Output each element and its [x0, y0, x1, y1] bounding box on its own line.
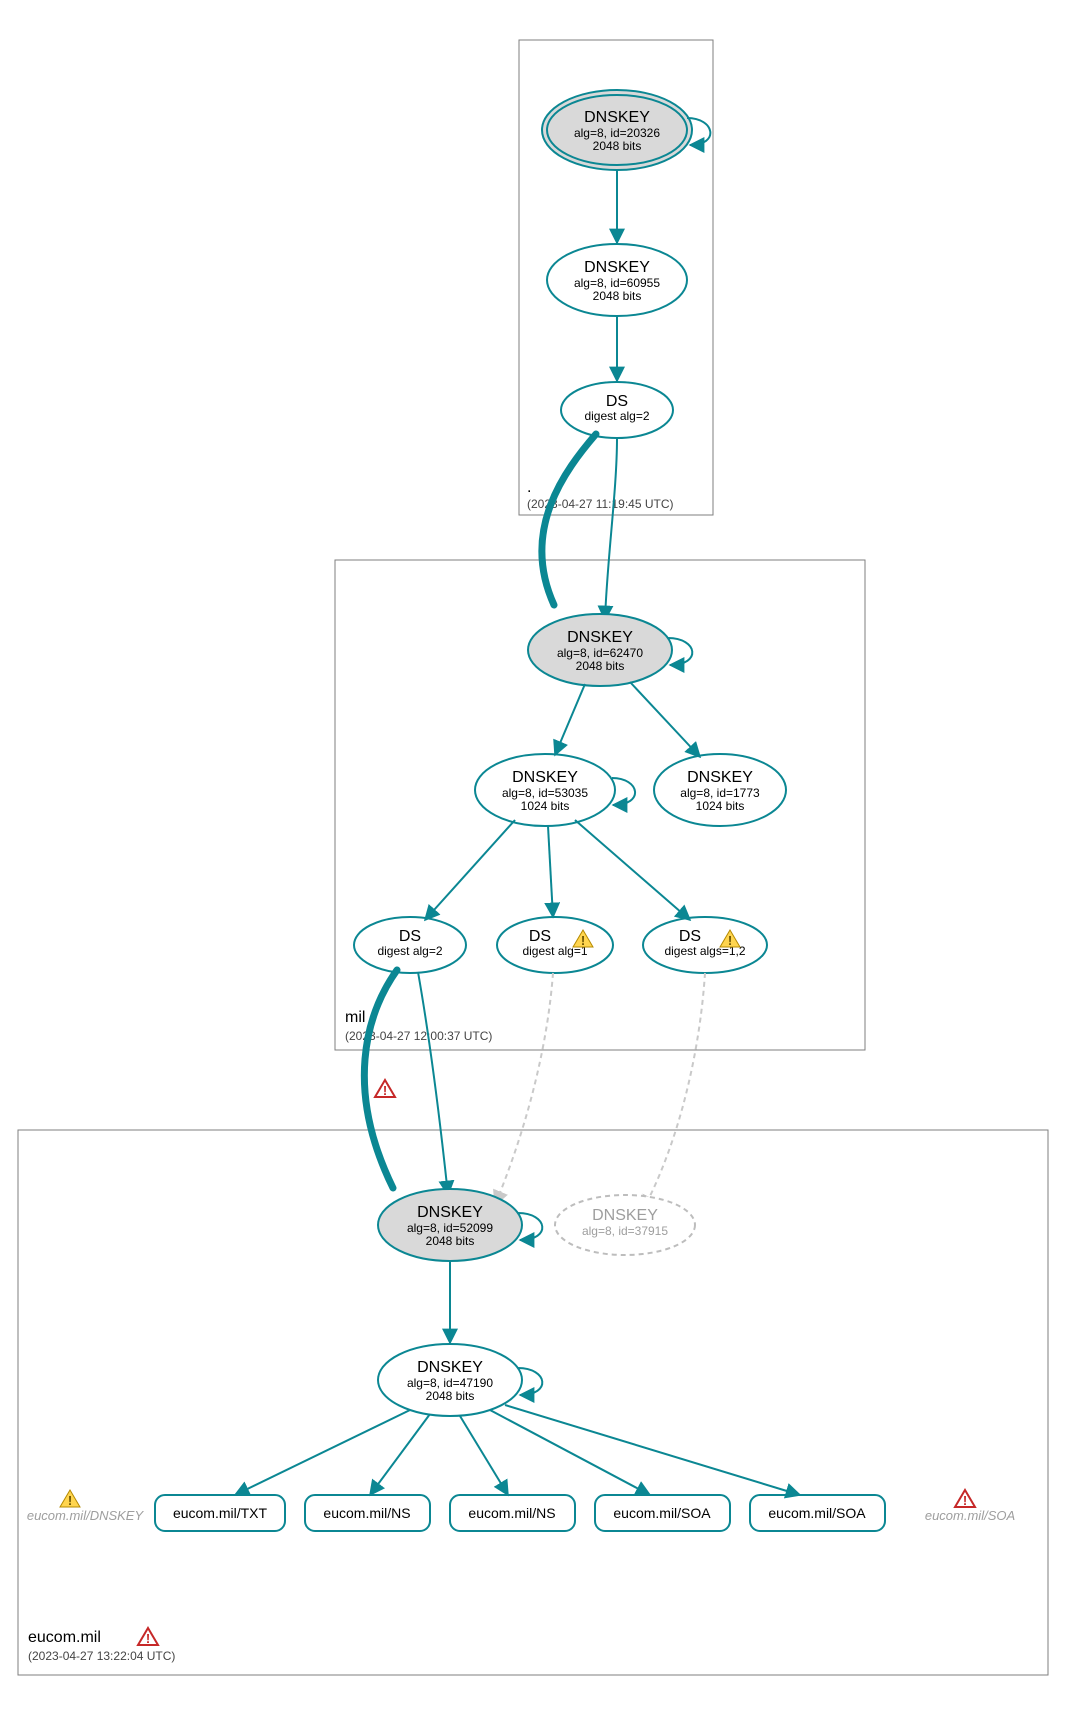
- svg-text:!: !: [383, 1083, 387, 1098]
- svg-text:eucom.mil/DNSKEY: eucom.mil/DNSKEY: [27, 1508, 145, 1523]
- svg-text:2048 bits: 2048 bits: [576, 659, 625, 673]
- svg-text:!: !: [146, 1631, 150, 1646]
- svg-text:2048 bits: 2048 bits: [593, 139, 642, 153]
- svg-text:eucom.mil/TXT: eucom.mil/TXT: [173, 1505, 268, 1521]
- edge-mil-zsk1-ds2: [548, 826, 553, 917]
- zone-mil-label: mil: [345, 1009, 365, 1026]
- svg-text:alg=8, id=20326: alg=8, id=20326: [574, 126, 660, 140]
- svg-text:DNSKEY: DNSKEY: [584, 259, 650, 276]
- svg-text:digest alg=2: digest alg=2: [377, 944, 442, 958]
- svg-text:1024 bits: 1024 bits: [696, 799, 745, 813]
- edge-mil-ds2-eu-ksk: [495, 973, 553, 1205]
- edge-mil-ds1-eu-ksk: [418, 972, 448, 1195]
- svg-text:DS: DS: [606, 393, 628, 410]
- warning-icon: !: [138, 1628, 158, 1646]
- svg-text:DNSKEY: DNSKEY: [417, 1359, 483, 1376]
- svg-text:!: !: [963, 1493, 967, 1508]
- svg-text:!: !: [728, 933, 732, 948]
- svg-text:DNSKEY: DNSKEY: [512, 769, 578, 786]
- rrset-ghost-soa: eucom.mil/SOA !: [925, 1490, 1015, 1523]
- edge-mil-to-eucom-thick: [364, 970, 397, 1188]
- svg-text:DS: DS: [529, 928, 551, 945]
- svg-text:eucom.mil/NS: eucom.mil/NS: [323, 1505, 410, 1521]
- svg-text:DNSKEY: DNSKEY: [567, 629, 633, 646]
- svg-text:DNSKEY: DNSKEY: [592, 1207, 658, 1224]
- svg-text:2048 bits: 2048 bits: [426, 1234, 475, 1248]
- svg-text:eucom.mil/SOA: eucom.mil/SOA: [768, 1505, 866, 1521]
- zone-eucom-timestamp: (2023-04-27 13:22:04 UTC): [28, 1649, 175, 1663]
- svg-text:DS: DS: [399, 928, 421, 945]
- rrset-ghost-dnskey: eucom.mil/DNSKEY !: [27, 1490, 145, 1523]
- edge-mil-ksk-to-zsk1: [555, 684, 585, 755]
- svg-text:2048 bits: 2048 bits: [593, 289, 642, 303]
- edge-mil-zsk1-ds1: [425, 820, 515, 920]
- zone-root-label: .: [527, 479, 531, 496]
- edge-mil-ds3-eu-ghost: [643, 973, 705, 1210]
- svg-text:DS: DS: [679, 928, 701, 945]
- dnssec-diagram: . (2023-04-27 11:19:45 UTC) DNSKEY alg=8…: [0, 0, 1067, 1715]
- zone-eucom: [18, 1130, 1048, 1675]
- svg-text:alg=8, id=53035: alg=8, id=53035: [502, 786, 588, 800]
- svg-text:alg=8, id=52099: alg=8, id=52099: [407, 1221, 493, 1235]
- edge-ds-to-mil: [605, 438, 617, 620]
- svg-text:DNSKEY: DNSKEY: [417, 1204, 483, 1221]
- edge-mil-zsk1-ds3: [575, 820, 690, 920]
- svg-text:eucom.mil/SOA: eucom.mil/SOA: [925, 1508, 1015, 1523]
- svg-text:!: !: [68, 1493, 72, 1508]
- svg-text:alg=8, id=47190: alg=8, id=47190: [407, 1376, 493, 1390]
- zone-eucom-label: eucom.mil: [28, 1629, 101, 1646]
- svg-text:alg=8, id=1773: alg=8, id=1773: [680, 786, 760, 800]
- edge-mil-ksk-to-zsk2: [630, 682, 700, 757]
- svg-text:digest alg=2: digest alg=2: [584, 409, 649, 423]
- svg-text:DNSKEY: DNSKEY: [687, 769, 753, 786]
- edge-ds-to-mil-thick: [542, 434, 596, 605]
- svg-text:eucom.mil/NS: eucom.mil/NS: [468, 1505, 555, 1521]
- svg-text:alg=8, id=62470: alg=8, id=62470: [557, 646, 643, 660]
- svg-text:alg=8, id=37915: alg=8, id=37915: [582, 1224, 668, 1238]
- warning-icon: !: [375, 1080, 395, 1098]
- svg-text:alg=8, id=60955: alg=8, id=60955: [574, 276, 660, 290]
- svg-text:DNSKEY: DNSKEY: [584, 109, 650, 126]
- svg-text:2048 bits: 2048 bits: [426, 1389, 475, 1403]
- svg-text:!: !: [581, 933, 585, 948]
- svg-text:eucom.mil/SOA: eucom.mil/SOA: [613, 1505, 711, 1521]
- svg-text:1024 bits: 1024 bits: [521, 799, 570, 813]
